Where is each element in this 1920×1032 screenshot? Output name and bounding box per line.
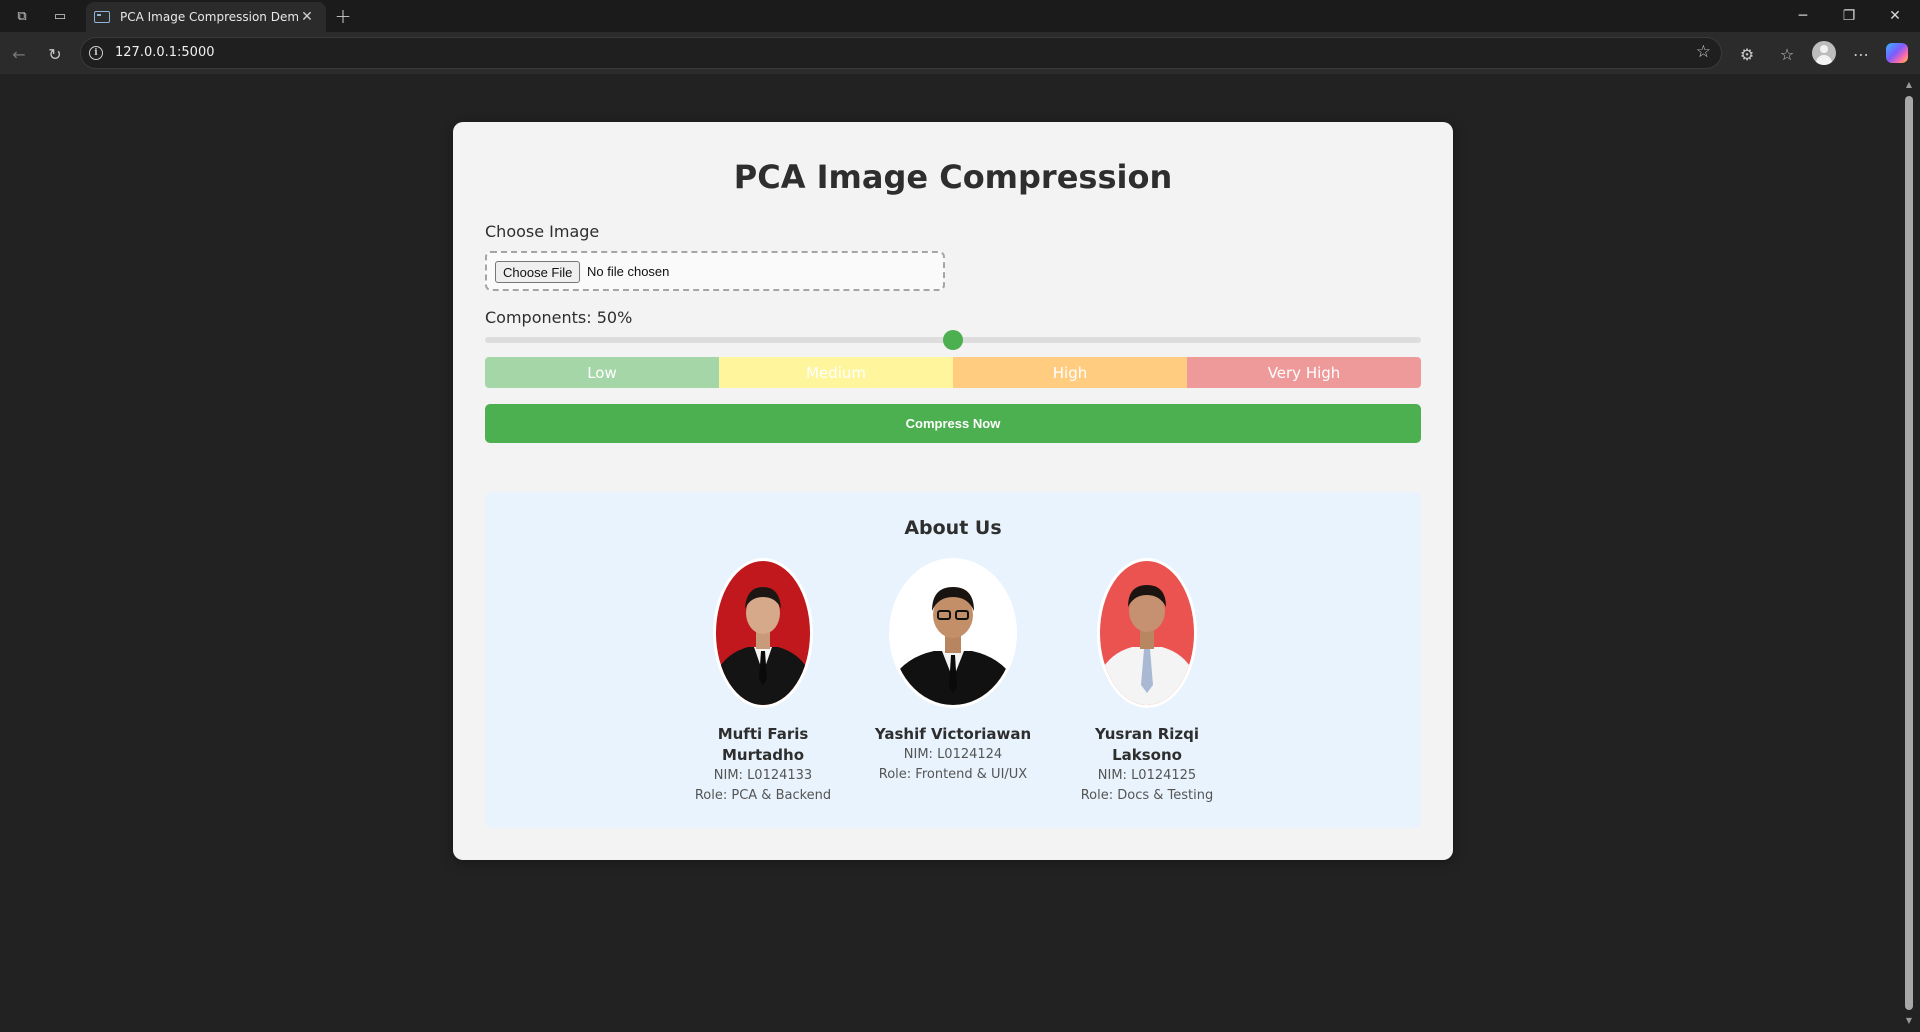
member-nim: NIM: L0124133 bbox=[713, 768, 813, 783]
new-tab-button[interactable]: + bbox=[330, 3, 356, 29]
address-bar[interactable]: i 127.0.0.1:5000 ☆ bbox=[80, 37, 1722, 69]
member-photo bbox=[713, 558, 813, 708]
member-photo bbox=[889, 558, 1017, 708]
file-status-text: No file chosen bbox=[587, 264, 670, 279]
team-member-card: Mufti Faris Murtadho NIM: L0124133 Role:… bbox=[683, 558, 843, 806]
browser-tab[interactable]: PCA Image Compression Demo ✕ bbox=[86, 2, 326, 32]
minimize-button[interactable]: ─ bbox=[1780, 0, 1826, 32]
scroll-down-icon[interactable]: ▼ bbox=[1904, 1016, 1914, 1026]
vertical-scrollbar[interactable]: ▲ ▼ bbox=[1902, 76, 1916, 1028]
tab-actions-icon[interactable]: ▭ bbox=[48, 5, 72, 27]
browser-toolbar: ← ↻ i 127.0.0.1:5000 ☆ ⚙ ☆ ⋯ bbox=[0, 32, 1920, 74]
about-us-title: About Us bbox=[904, 517, 1002, 539]
site-info-icon[interactable]: i bbox=[89, 46, 103, 60]
reload-icon[interactable]: ↻ bbox=[42, 41, 68, 67]
copilot-icon[interactable] bbox=[1886, 43, 1908, 63]
compress-now-button[interactable]: Compress Now bbox=[485, 404, 1421, 443]
member-name: Yusran Rizqi Laksono bbox=[1094, 725, 1200, 764]
member-nim: NIM: L0124124 bbox=[903, 747, 1003, 762]
member-name: Yashif Victoriawan bbox=[874, 725, 1032, 743]
profile-avatar-icon[interactable] bbox=[1812, 41, 1836, 65]
favorites-icon[interactable]: ☆ bbox=[1774, 41, 1800, 67]
favorite-star-icon[interactable]: ☆ bbox=[1696, 42, 1711, 62]
member-name: Mufti Faris Murtadho bbox=[717, 725, 809, 764]
back-icon[interactable]: ← bbox=[6, 41, 32, 67]
scroll-up-icon[interactable]: ▲ bbox=[1904, 80, 1914, 90]
components-slider-thumb[interactable] bbox=[943, 330, 963, 350]
page-title: PCA Image Compression bbox=[733, 158, 1173, 196]
file-input[interactable]: Choose File No file chosen bbox=[485, 251, 945, 291]
level-high: High bbox=[953, 357, 1187, 388]
restore-button[interactable]: ❐ bbox=[1826, 0, 1872, 32]
level-low: Low bbox=[485, 357, 719, 388]
tab-close-icon[interactable]: ✕ bbox=[298, 9, 316, 25]
team-member-card: Yashif Victoriawan NIM: L0124124 Role: F… bbox=[855, 558, 1051, 785]
tab-title: PCA Image Compression Demo bbox=[120, 10, 298, 24]
team-member-card: Yusran Rizqi Laksono NIM: L0124125 Role:… bbox=[1067, 558, 1227, 806]
compression-level-bar: Low Medium High Very High bbox=[485, 357, 1421, 388]
member-role: Role: Docs & Testing bbox=[1080, 788, 1214, 803]
browser-tab-strip: ⧉ ▭ PCA Image Compression Demo ✕ + ─ ❐ ✕ bbox=[0, 0, 1920, 32]
close-window-button[interactable]: ✕ bbox=[1872, 0, 1918, 32]
level-medium: Medium bbox=[719, 357, 953, 388]
extensions-icon[interactable]: ⚙ bbox=[1734, 41, 1760, 67]
components-label: Components: 50% bbox=[485, 308, 633, 327]
scrollbar-thumb[interactable] bbox=[1905, 96, 1913, 1010]
main-card: PCA Image Compression Choose Image Choos… bbox=[453, 122, 1453, 860]
member-role: Role: Frontend & UI/UX bbox=[878, 767, 1028, 782]
more-menu-icon[interactable]: ⋯ bbox=[1848, 41, 1874, 67]
member-role: Role: PCA & Backend bbox=[694, 788, 832, 803]
about-us-section: About Us Mufti Faris Murtadho NIM: L0124… bbox=[485, 492, 1421, 828]
url-text[interactable]: 127.0.0.1:5000 bbox=[115, 45, 215, 60]
workspaces-icon[interactable]: ⧉ bbox=[10, 5, 34, 27]
choose-image-label: Choose Image bbox=[485, 222, 600, 241]
member-nim: NIM: L0124125 bbox=[1097, 768, 1197, 783]
member-photo bbox=[1097, 558, 1197, 708]
tab-favicon-icon bbox=[94, 11, 110, 23]
choose-file-button[interactable]: Choose File bbox=[495, 261, 581, 283]
level-very-high: Very High bbox=[1187, 357, 1421, 388]
